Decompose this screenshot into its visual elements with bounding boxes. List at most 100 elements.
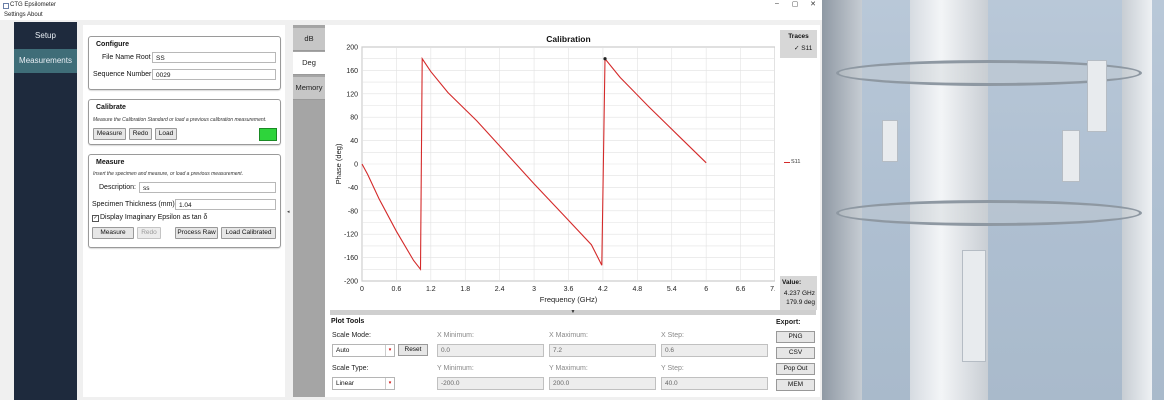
sequence-number-input[interactable]: 0029 bbox=[152, 69, 276, 80]
left-panel: Configure File Name Root SS Sequence Num… bbox=[83, 25, 285, 397]
data-marker bbox=[603, 57, 607, 61]
sidebar-nav: Setup Measurements bbox=[14, 22, 77, 400]
calibrate-group: Calibrate Measure the Calibration Standa… bbox=[88, 99, 281, 145]
y-tick-label: 200 bbox=[346, 45, 358, 52]
trace-s11-toggle[interactable]: ✓ S11 bbox=[794, 44, 812, 52]
x-max-label: X Maximum: bbox=[549, 332, 588, 339]
y-tick-label: -80 bbox=[348, 208, 358, 215]
measure-redo-button[interactable]: Redo bbox=[137, 227, 161, 239]
configure-group: Configure File Name Root SS Sequence Num… bbox=[88, 36, 281, 90]
value-phase: 179.9 deg bbox=[786, 299, 815, 306]
title-bar: CTG Epsilometer – ▢ ✕ bbox=[0, 0, 822, 11]
panel-collapse-icon[interactable]: ◂ bbox=[287, 209, 290, 215]
measure-hint: Insert the specimen and measure, or load… bbox=[93, 171, 244, 177]
view-tabs: dB Deg Memory bbox=[293, 25, 325, 397]
x-tick-label: 4.8 bbox=[632, 286, 642, 293]
calibration-chart[interactable]: 0 0.6 1.2 1.8 2.4 3 3.6 4.2 4.8 5.4 6 6.6 7.2 200 160 1… bbox=[325, 25, 775, 310]
legend-swatch-s11 bbox=[784, 162, 790, 163]
plot-area: 0 0.6 1.2 1.8 2.4 3 3.6 4.2 4.8 5.4 6 6.6 7.2 200 160 1… bbox=[325, 25, 820, 315]
nav-item-measurements[interactable]: Measurements bbox=[14, 49, 77, 73]
y-step-input[interactable]: 40.0 bbox=[661, 377, 768, 390]
close-button[interactable]: ✕ bbox=[804, 0, 822, 8]
tan-delta-label: Display Imaginary Epsilon as tan δ bbox=[100, 214, 208, 221]
y-tick-label: 40 bbox=[350, 138, 358, 145]
x-tick-label: 6.6 bbox=[736, 286, 746, 293]
export-png-button[interactable]: PNG bbox=[776, 331, 815, 343]
description-input[interactable]: ss bbox=[139, 182, 276, 193]
value-frequency: 4.237 GHz bbox=[783, 290, 815, 297]
window-title: CTG Epsilometer bbox=[10, 2, 57, 8]
y-tick-label: 120 bbox=[346, 91, 358, 98]
y-step-label: Y Step: bbox=[661, 365, 684, 372]
x-axis-label: Frequency (GHz) bbox=[540, 295, 598, 304]
x-tick-label: 1.8 bbox=[460, 286, 470, 293]
export-mem-button[interactable]: MEM bbox=[776, 379, 815, 391]
calibrate-redo-button[interactable]: Redo bbox=[129, 128, 152, 140]
tab-db[interactable]: dB bbox=[293, 28, 325, 51]
scale-mode-select[interactable]: Auto ▾ bbox=[332, 344, 395, 357]
y-min-input[interactable]: -200.0 bbox=[437, 377, 544, 390]
nav-item-setup[interactable]: Setup bbox=[14, 24, 77, 48]
file-name-root-input[interactable]: SS bbox=[152, 52, 276, 63]
x-tick-label: 7.2 bbox=[770, 286, 775, 293]
thickness-label: Specimen Thickness (mm): bbox=[92, 201, 177, 208]
plot-tools-panel: Plot Tools Scale Mode: Auto ▾ Reset Scal… bbox=[325, 315, 820, 397]
scale-type-label: Scale Type: bbox=[332, 365, 369, 372]
y-tick-label: 80 bbox=[350, 115, 358, 122]
y-tick-label: 160 bbox=[346, 68, 358, 75]
y-axis-label: Phase (deg) bbox=[334, 143, 343, 184]
thickness-input[interactable]: 1.04 bbox=[175, 199, 276, 210]
process-raw-button[interactable]: Process Raw bbox=[175, 227, 218, 239]
tab-deg[interactable]: Deg bbox=[293, 52, 325, 75]
x-tick-label: 5.4 bbox=[667, 286, 677, 293]
calibration-status-indicator bbox=[259, 128, 277, 141]
x-tick-label: 0 bbox=[360, 286, 364, 293]
y-tick-label: -160 bbox=[344, 255, 358, 262]
calibrate-title: Calibrate bbox=[96, 104, 126, 111]
y-max-input[interactable]: 200.0 bbox=[549, 377, 656, 390]
description-label: Description: bbox=[99, 184, 136, 191]
maximize-button[interactable]: ▢ bbox=[786, 0, 804, 8]
plot-tools-title: Plot Tools bbox=[331, 318, 365, 325]
y-tick-label: 0 bbox=[354, 162, 358, 169]
export-csv-button[interactable]: CSV bbox=[776, 347, 815, 359]
legend-entry-s11: S11 bbox=[791, 159, 801, 165]
x-tick-label: 2.4 bbox=[495, 286, 505, 293]
app-icon bbox=[3, 3, 9, 9]
menu-settings[interactable]: Settings bbox=[4, 12, 26, 18]
menu-about[interactable]: About bbox=[27, 12, 43, 18]
value-header: Value: bbox=[782, 279, 802, 286]
value-readout: Value: 4.237 GHz 179.9 deg bbox=[780, 276, 817, 310]
pop-out-button[interactable]: Pop Out bbox=[776, 363, 815, 375]
tan-delta-checkbox[interactable]: ✓ bbox=[92, 215, 99, 222]
app-window: CTG Epsilometer – ▢ ✕ Settings About Set… bbox=[0, 0, 822, 400]
x-min-input[interactable]: 0.0 bbox=[437, 344, 544, 357]
calibrate-load-button[interactable]: Load bbox=[155, 128, 177, 140]
x-step-input[interactable]: 0.6 bbox=[661, 344, 768, 357]
scale-mode-label: Scale Mode: bbox=[332, 332, 371, 339]
tab-memory[interactable]: Memory bbox=[293, 77, 325, 100]
sequence-number-label: Sequence Number bbox=[93, 71, 152, 78]
traces-header: Traces bbox=[788, 33, 809, 40]
chevron-down-icon: ▾ bbox=[385, 345, 394, 356]
x-tick-label: 0.6 bbox=[392, 286, 402, 293]
x-tick-label: 1.2 bbox=[426, 286, 436, 293]
measure-title: Measure bbox=[96, 159, 125, 166]
traces-panel: Traces ✓ S11 bbox=[780, 30, 817, 58]
x-tick-label: 3 bbox=[532, 286, 536, 293]
measure-group: Measure Insert the specimen and measure,… bbox=[88, 154, 281, 248]
load-calibrated-button[interactable]: Load Calibrated bbox=[221, 227, 276, 239]
x-tick-label: 4.2 bbox=[598, 286, 608, 293]
x-tick-label: 6 bbox=[704, 286, 708, 293]
minimize-button[interactable]: – bbox=[768, 0, 786, 7]
x-max-input[interactable]: 7.2 bbox=[549, 344, 656, 357]
calibrate-measure-button[interactable]: Measure bbox=[93, 128, 126, 140]
y-tick-label: -120 bbox=[344, 232, 358, 239]
file-name-root-label: File Name Root bbox=[102, 54, 151, 61]
scale-type-select[interactable]: Linear ▾ bbox=[332, 377, 395, 390]
menu-bar: Settings About bbox=[0, 11, 822, 20]
scale-mode-value: Auto bbox=[336, 347, 350, 354]
measure-button[interactable]: Measure bbox=[92, 227, 134, 239]
y-tick-label: -200 bbox=[344, 279, 358, 286]
reset-button[interactable]: Reset bbox=[398, 344, 428, 356]
